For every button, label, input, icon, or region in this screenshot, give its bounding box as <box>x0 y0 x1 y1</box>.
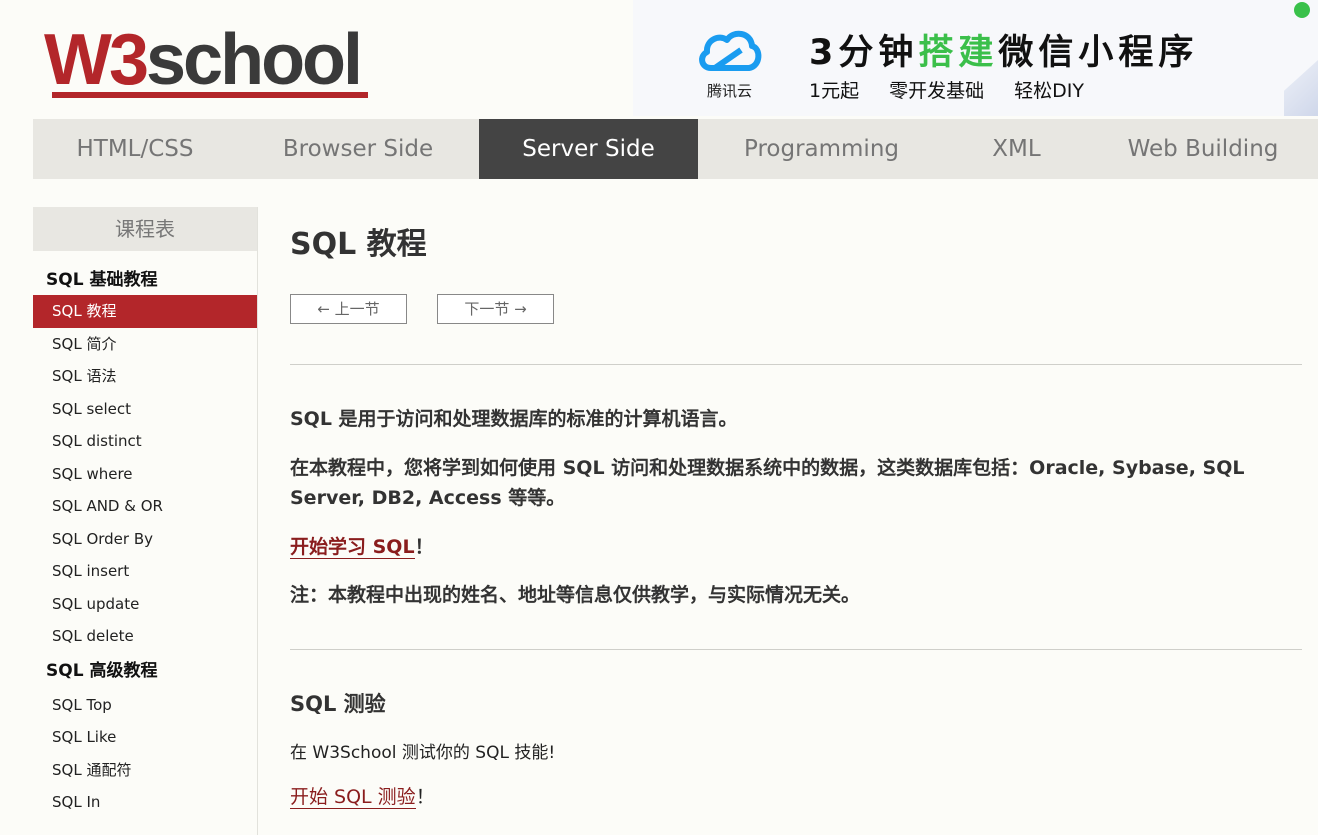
tab-web-building[interactable]: Web Building <box>1088 119 1318 179</box>
arrow-right-icon: → <box>514 300 527 318</box>
quiz-text: 在 W3School 测试你的 SQL 技能! <box>290 743 556 763</box>
top-nav: HTML/CSS Browser Side Server Side Progra… <box>33 119 1318 179</box>
ad-subtitles: 1元起 零开发基础 轻松DIY <box>809 76 1084 103</box>
sidebar-item-sql-distinct[interactable]: SQL distinct <box>33 425 257 458</box>
next-section-button[interactable]: 下一节 → <box>437 294 554 324</box>
divider <box>290 364 1302 365</box>
sidebar-item-sql-like[interactable]: SQL Like <box>33 721 257 754</box>
ad-sub: 1元起 <box>809 80 860 102</box>
sidebar-item-sql-update[interactable]: SQL update <box>33 588 257 621</box>
divider <box>290 649 1302 650</box>
tab-xml[interactable]: XML <box>945 119 1088 179</box>
note-paragraph: 注：本教程中出现的姓名、地址等信息仅供教学，与实际情况无关。 <box>290 584 861 606</box>
sidebar-title: 课程表 <box>33 207 257 251</box>
arrow-left-icon: ← <box>317 300 330 318</box>
start-quiz-link[interactable]: 开始 SQL 测验 <box>290 786 416 809</box>
sidebar-item-sql-wildcards[interactable]: SQL 通配符 <box>33 754 257 787</box>
sidebar-item-sql-insert[interactable]: SQL insert <box>33 555 257 588</box>
databases-paragraph: 在本教程中，您将学到如何使用 SQL 访问和处理数据系统中的数据，这类数据库包括… <box>290 457 1245 509</box>
sidebar-section-advanced: SQL 高级教程 <box>46 660 158 681</box>
sidebar-item-sql-top[interactable]: SQL Top <box>33 689 257 722</box>
sidebar-item-sql-order-by[interactable]: SQL Order By <box>33 523 257 556</box>
ad-title-post: 微信小程序 <box>998 33 1199 73</box>
quiz-heading: SQL 测验 <box>290 692 386 716</box>
sidebar-item-sql-delete[interactable]: SQL delete <box>33 620 257 653</box>
next-section-label: 下一节 <box>464 300 510 318</box>
ad-title: 3分钟搭建微信小程序 <box>809 24 1198 75</box>
sidebar-item-sql-select[interactable]: SQL select <box>33 393 257 426</box>
sidebar-item-sql-where[interactable]: SQL where <box>33 458 257 491</box>
tab-browser-side[interactable]: Browser Side <box>237 119 479 179</box>
sidebar-item-sql-intro[interactable]: SQL 简介 <box>33 328 257 361</box>
sidebar-section-basic: SQL 基础教程 <box>46 270 158 290</box>
sidebar-item-sql-syntax[interactable]: SQL 语法 <box>33 360 257 393</box>
sidebar: 课程表 SQL 基础教程 SQL 教程 SQL 简介 SQL 语法 SQL se… <box>33 207 258 835</box>
ad-banner[interactable]: 腾讯云 3分钟搭建微信小程序 1元起 零开发基础 轻松DIY <box>633 0 1318 116</box>
ad-corner-decoration <box>1284 60 1318 116</box>
logo-w3: W3 <box>44 20 149 100</box>
ad-close-dot[interactable] <box>1294 2 1310 18</box>
page-title: SQL 教程 <box>290 227 427 262</box>
tab-html-css[interactable]: HTML/CSS <box>33 119 237 179</box>
sidebar-item-sql-and-or[interactable]: SQL AND & OR <box>33 490 257 523</box>
prev-section-label: 上一节 <box>334 300 380 318</box>
start-learning-link[interactable]: 开始学习 SQL <box>290 536 415 559</box>
ad-brand: 腾讯云 <box>707 82 753 100</box>
tab-server-side[interactable]: Server Side <box>479 119 698 179</box>
start-quiz-suffix: ！ <box>415 786 435 808</box>
logo-school: school <box>146 20 363 100</box>
w3school-logo[interactable]: W3school <box>44 24 374 104</box>
sidebar-item-sql-tutorial[interactable]: SQL 教程 <box>33 295 257 328</box>
tab-programming[interactable]: Programming <box>698 119 945 179</box>
ad-sub: 轻松DIY <box>1014 80 1084 102</box>
ad-sub: 零开发基础 <box>889 80 985 102</box>
quiz-link-line: 开始 SQL 测验！ <box>290 782 435 809</box>
prev-section-button[interactable]: ← 上一节 <box>290 294 407 324</box>
sidebar-item-sql-in[interactable]: SQL In <box>33 786 257 819</box>
intro-paragraph: SQL 是用于访问和处理数据库的标准的计算机语言。 <box>290 408 738 430</box>
start-learning-suffix: ！ <box>414 536 434 558</box>
ad-title-highlight: 搭建 <box>918 33 999 73</box>
ad-title-pre: 3分钟 <box>809 33 919 73</box>
logo-underline <box>52 92 368 98</box>
start-learning-line: 开始学习 SQL！ <box>290 532 1290 562</box>
tencent-cloud-icon <box>699 30 762 71</box>
